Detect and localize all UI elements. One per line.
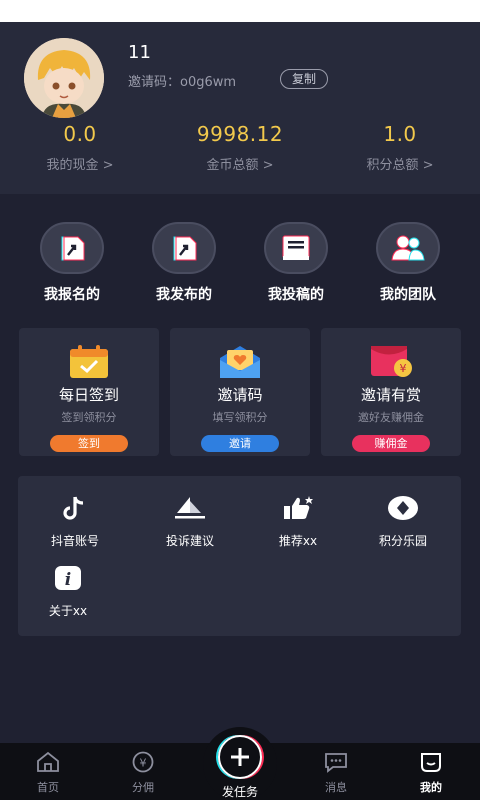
quick-action-label: 我发布的 (156, 287, 212, 303)
publish-arrow-icon (152, 222, 216, 274)
quick-action-label: 我投稿的 (268, 287, 324, 303)
tab-commission[interactable]: ¥ 分佣 (103, 751, 183, 795)
card-title: 每日签到 (58, 386, 119, 404)
about-item[interactable]: i 关于xx (18, 564, 118, 619)
plus-icon (218, 735, 262, 779)
profile-face-icon (391, 751, 471, 777)
tools-panel: 抖音账号 投诉建议 推荐xx 积分乐园 i 关于xx (18, 476, 461, 636)
card-title: 邀请有赏 (360, 386, 421, 404)
tool-label: 关于xx (48, 604, 88, 618)
tab-label: 我的 (420, 781, 442, 794)
svg-text:¥: ¥ (140, 757, 147, 770)
tab-messages[interactable]: 消息 (296, 751, 376, 795)
tiktok-icon (25, 494, 125, 522)
svg-text:¥: ¥ (400, 362, 407, 375)
earn-commission-button[interactable]: 赚佣金 (352, 435, 430, 452)
stat-value: 9998.12 (196, 122, 284, 146)
chat-bubble-icon (296, 751, 376, 777)
red-envelope-icon: ¥ (369, 344, 413, 384)
quick-action-label: 我报名的 (44, 287, 100, 303)
checkin-button[interactable]: 签到 (50, 435, 128, 452)
my-submissions-button[interactable]: 我投稿的 (241, 222, 351, 304)
paper-boat-icon (140, 494, 240, 522)
invite-code: 邀请码：o0g6wm (128, 75, 237, 90)
my-published-button[interactable]: 我发布的 (129, 222, 239, 304)
card-subtitle: 邀好友赚佣金 (358, 411, 424, 424)
tool-label: 抖音账号 (50, 534, 99, 548)
stat-label: 积分总额 > (366, 158, 434, 173)
recommend-item[interactable]: 推荐xx (248, 494, 348, 549)
yuan-coin-icon: ¥ (103, 751, 183, 777)
tab-label: 首页 (37, 781, 59, 794)
info-icon: i (18, 564, 118, 592)
thumbs-up-icon (248, 494, 348, 522)
team-icon (376, 222, 440, 274)
bottom-tab-bar: 首页 ¥ 分佣 发任务 消息 我的 (0, 727, 480, 800)
my-team-button[interactable]: 我的团队 (353, 222, 463, 304)
tab-label: 发任务 (221, 785, 258, 799)
points-park-item[interactable]: 积分乐园 (353, 494, 453, 549)
tool-label: 投诉建议 (165, 534, 214, 548)
stat-label: 金币总额 > (206, 158, 274, 173)
stat-coins[interactable]: 9998.12 金币总额 > (170, 122, 310, 173)
home-icon (8, 751, 88, 777)
card-subtitle: 填写领积分 (212, 411, 268, 424)
avatar[interactable] (24, 38, 104, 118)
daily-checkin-card[interactable]: 每日签到 签到领积分 签到 (19, 328, 159, 456)
my-signups-button[interactable]: 我报名的 (17, 222, 127, 304)
tab-label: 消息 (325, 781, 347, 794)
feedback-item[interactable]: 投诉建议 (140, 494, 240, 549)
stat-points[interactable]: 1.0 积分总额 > (330, 122, 470, 173)
tiktok-account-item[interactable]: 抖音账号 (25, 494, 125, 549)
tool-label: 积分乐园 (378, 534, 427, 548)
tab-label: 分佣 (132, 781, 154, 794)
envelope-heart-icon (218, 344, 262, 384)
quick-action-label: 我的团队 (380, 287, 436, 303)
card-title: 邀请码 (217, 386, 263, 404)
stat-label: 我的现金 > (46, 158, 114, 173)
stat-value: 0.0 (63, 122, 97, 146)
tab-post-task[interactable]: 发任务 (203, 727, 277, 800)
document-icon (264, 222, 328, 274)
stat-value: 1.0 (383, 122, 417, 146)
profile-header: 11 邀请码：o0g6wm 复制 0.0 我的现金 > 9998.12 金币总额… (0, 22, 480, 194)
status-bar (0, 0, 480, 22)
copy-button[interactable]: 复制 (280, 69, 328, 89)
invite-button[interactable]: 邀请 (201, 435, 279, 452)
card-subtitle: 签到领积分 (61, 411, 117, 424)
nickname: 11 (128, 42, 151, 63)
tab-home[interactable]: 首页 (8, 751, 88, 795)
invite-code-card[interactable]: 邀请码 填写领积分 邀请 (170, 328, 310, 456)
tool-label: 推荐xx (278, 534, 318, 548)
stat-cash[interactable]: 0.0 我的现金 > (10, 122, 150, 173)
signup-arrow-icon (40, 222, 104, 274)
svg-text:i: i (65, 570, 71, 590)
invite-reward-card[interactable]: ¥ 邀请有赏 邀好友赚佣金 赚佣金 (321, 328, 461, 456)
calendar-check-icon (67, 344, 111, 384)
diamond-icon (353, 494, 453, 522)
tab-mine[interactable]: 我的 (391, 751, 471, 795)
